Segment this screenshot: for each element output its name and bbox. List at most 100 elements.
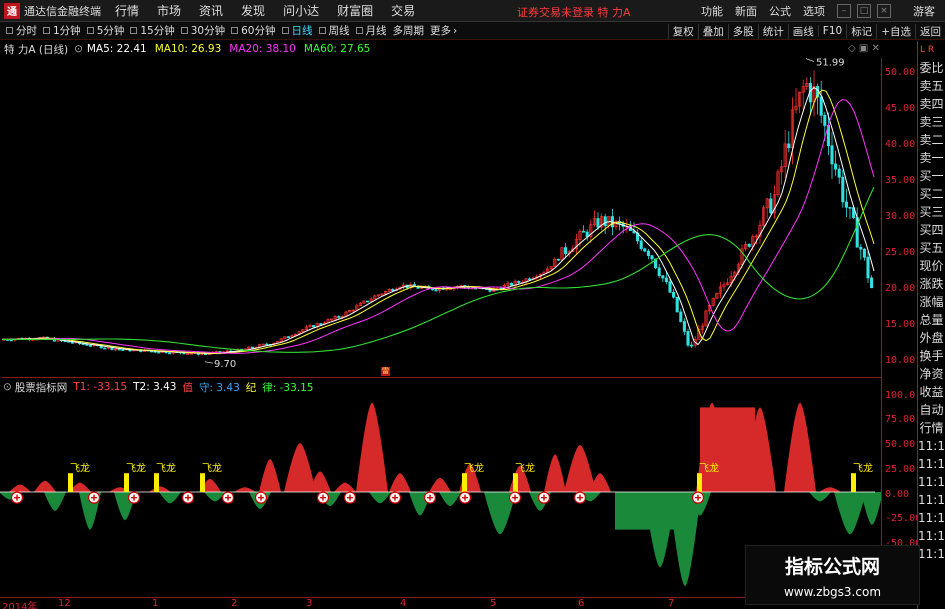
buy-signal-icon (221, 491, 235, 504)
ma-lines (2, 86, 875, 355)
indicator-title[interactable]: 股票指标网 (15, 380, 68, 395)
indicator-scale-label: 75.00 (885, 414, 916, 425)
indicator-scale-label: -25.00 (885, 513, 922, 524)
tool-add-watchlist[interactable]: +自选 (876, 23, 915, 39)
candles (2, 70, 874, 356)
candle-body (866, 256, 870, 279)
period-daily[interactable]: 日线 (281, 23, 313, 38)
tool-restore-rights[interactable]: 复权 (667, 23, 698, 39)
menu-options[interactable]: 选项 (803, 3, 825, 19)
buy-signal-icon (87, 491, 101, 504)
side-panel-item[interactable]: 外盘 (918, 329, 945, 347)
panel-divider (2, 377, 881, 378)
settings-icon[interactable]: ⊙ (74, 43, 83, 55)
checkbox-icon (281, 27, 289, 34)
side-panel-item[interactable]: 自动 (918, 401, 945, 419)
price-label: 10.00 (885, 355, 916, 366)
candle-body (528, 278, 532, 281)
minimize-button[interactable]: – (837, 4, 851, 18)
side-panel-item[interactable]: 卖五 (918, 77, 945, 95)
settings-icon[interactable]: ⊙ (3, 381, 12, 393)
menu-new-screen[interactable]: 新面 (735, 3, 757, 19)
candle-body (88, 345, 92, 347)
period-monthly[interactable]: 月线 (355, 23, 387, 38)
side-panel-item[interactable]: 11:1 (918, 437, 945, 455)
tool-mark[interactable]: 标记 (846, 23, 876, 39)
side-panel-item[interactable]: 11:1 (918, 455, 945, 473)
checkbox-icon (180, 27, 188, 34)
menu-item-wealth[interactable]: 财富圈 (337, 2, 373, 19)
side-panel-item[interactable]: 11:1 (918, 509, 945, 527)
tool-draw[interactable]: 画线 (787, 23, 818, 39)
side-panel-item[interactable]: 卖一 (918, 149, 945, 167)
side-panel-item[interactable]: 涨幅 (918, 293, 945, 311)
side-panel-item[interactable]: 总量 (918, 311, 945, 329)
side-panel-item[interactable]: 买五 (918, 239, 945, 257)
menu-function[interactable]: 功能 (701, 3, 723, 19)
close-button[interactable]: × (877, 4, 891, 18)
indicator-scale-label: 25.00 (885, 464, 916, 475)
maximize-button[interactable]: □ (857, 4, 871, 18)
menu-item-news[interactable]: 资讯 (199, 2, 223, 19)
side-panel-item[interactable]: 现价 (918, 257, 945, 275)
side-panel-item[interactable]: 委比 (918, 59, 945, 77)
menu-item-discover[interactable]: 发现 (241, 2, 265, 19)
period-5m[interactable]: 5分钟 (86, 23, 124, 38)
period-weekly[interactable]: 周线 (318, 23, 350, 38)
side-panel-item[interactable]: 11:1 (918, 527, 945, 545)
quote-side-panel: L R 委比 卖五 卖四 卖三 卖二 卖一 买一 买二 买三 买四 买五 现价 涨跌 涨幅 总量 外盘 换手 净资收… (917, 41, 945, 609)
side-panel-item[interactable]: 买二 (918, 185, 945, 203)
menu-item-ask[interactable]: 问小达 (283, 2, 319, 19)
period-15m[interactable]: 15分钟 (130, 23, 175, 38)
price-label: 20.00 (885, 283, 916, 294)
side-panel-item[interactable]: 收益 (918, 383, 945, 401)
side-panel-item[interactable]: 11:1 (918, 491, 945, 509)
side-panel-item[interactable]: 净资 (918, 365, 945, 383)
news-marker-icon[interactable]: 雷 (381, 367, 390, 376)
candlestick-chart[interactable]: 51.99 9.70 (0, 58, 881, 378)
menu-item-trade[interactable]: 交易 (391, 2, 415, 19)
chart-controls[interactable]: ◇ ▣ ✕ (848, 43, 880, 54)
candle-body (103, 347, 107, 350)
checkbox-icon (6, 27, 13, 34)
side-panel-item[interactable]: 卖二 (918, 131, 945, 149)
side-panel-item[interactable]: 卖四 (918, 95, 945, 113)
candle-body (690, 344, 694, 347)
buy-signal-icon (423, 491, 437, 504)
side-panel-item[interactable]: 涨跌 (918, 275, 945, 293)
menu-item-quotes[interactable]: 行情 (115, 2, 139, 19)
guest-label[interactable]: 游客 (913, 3, 935, 19)
period-multi[interactable]: 多周期 (393, 23, 425, 38)
period-1m[interactable]: 1分钟 (43, 23, 81, 38)
period-60m[interactable]: 60分钟 (231, 23, 276, 38)
side-panel-item[interactable]: L R (918, 41, 945, 59)
chart-title[interactable]: 特 力A (日线) (4, 42, 68, 57)
side-panel-item[interactable]: 11:1 (918, 545, 945, 563)
period-tick[interactable]: 分时 (6, 23, 37, 38)
buy-signal-icon (508, 491, 522, 504)
checkbox-icon (86, 27, 94, 34)
candle-body (85, 343, 89, 346)
tool-multi-stock[interactable]: 多股 (727, 23, 758, 39)
side-panel-item[interactable]: 行情 (918, 419, 945, 437)
indicator-red-area (334, 482, 356, 492)
side-panel-item[interactable]: 换手 (918, 347, 945, 365)
side-panel-item[interactable]: 买一 (918, 167, 945, 185)
side-panel-item[interactable]: 买四 (918, 221, 945, 239)
period-30m[interactable]: 30分钟 (180, 23, 225, 38)
menu-item-market[interactable]: 市场 (157, 2, 181, 19)
side-panel-item[interactable]: 买三 (918, 203, 945, 221)
period-more[interactable]: 更多 › (430, 23, 457, 38)
menu-formula[interactable]: 公式 (769, 3, 791, 19)
tool-stats[interactable]: 统计 (757, 23, 788, 39)
tool-f10[interactable]: F10 (817, 25, 846, 37)
candle-body (286, 336, 290, 339)
indicator-red-area (389, 473, 411, 492)
date-label: 6 (578, 598, 585, 609)
tool-overlay[interactable]: 叠加 (697, 23, 728, 39)
price-label: 50.00 (885, 67, 916, 78)
tool-back[interactable]: 返回 (915, 23, 945, 39)
buy-signal-icon (537, 491, 551, 504)
side-panel-item[interactable]: 卖三 (918, 113, 945, 131)
side-panel-item[interactable]: 11:1 (918, 473, 945, 491)
